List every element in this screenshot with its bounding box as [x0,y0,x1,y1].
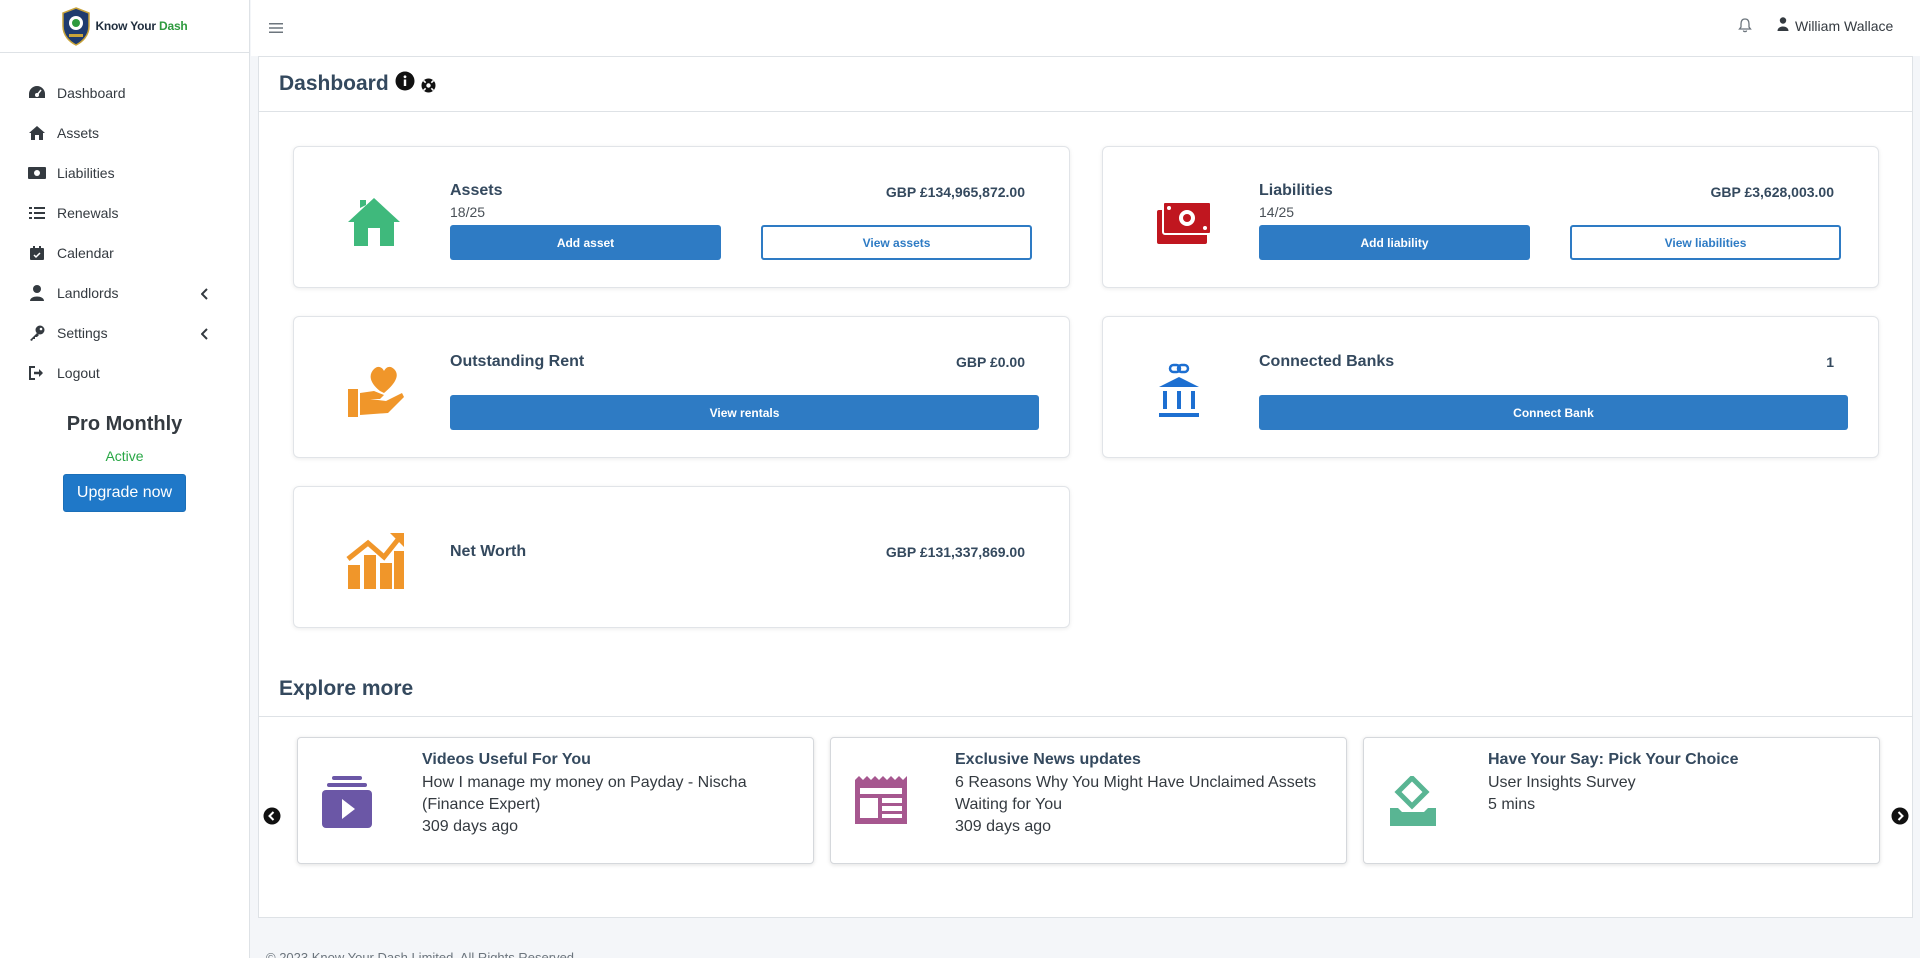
page-title: Dashboard [279,72,389,95]
assets-count: 18/25 [450,204,486,220]
explore-card-title: Have Your Say: Pick Your Choice [1488,751,1739,768]
sidebar-item-settings[interactable]: Settings [0,313,249,353]
bell-icon[interactable] [1738,17,1752,38]
sidebar-item-landlords[interactable]: Landlords [0,273,249,313]
explore-card-time: 309 days ago [422,818,519,835]
sidebar-item-label: Assets [57,125,100,141]
home-icon [27,123,47,143]
outstanding-rent-card: Outstanding Rent GBP £0.00 View rentals [293,316,1070,458]
sidebar-item-label: Renewals [57,205,119,221]
dashboard-icon [27,83,47,103]
explore-card-videos[interactable]: Videos Useful For You How I manage my mo… [297,737,814,864]
explore-card-survey[interactable]: Have Your Say: Pick Your Choice User Ins… [1363,737,1880,864]
hand-heart-icon [346,361,406,424]
connected-banks-value: 1 [1826,354,1834,370]
explore-more-title: Explore more [279,677,414,700]
topbar: William Wallace [251,0,1920,56]
sidebar-item-calendar[interactable]: Calendar [0,233,249,273]
add-liability-button[interactable]: Add liability [1259,225,1530,260]
explore-card-news[interactable]: Exclusive News updates 6 Reasons Why You… [830,737,1347,864]
net-worth-value: GBP £131,337,869.00 [885,544,1025,560]
connected-banks-title: Connected Banks [1259,353,1395,370]
brand-name: Know Your Dash [95,19,188,33]
explore-card-line: How I manage my money on Payday - Nischa [422,774,747,791]
chevron-left-icon [200,327,209,343]
carousel-prev-icon[interactable] [263,807,281,830]
settings-gear-icon[interactable] [421,78,436,98]
user-tie-icon [27,283,47,303]
user-icon [1777,17,1789,34]
liabilities-count: 14/25 [1259,204,1295,220]
sidebar-item-liabilities[interactable]: Liabilities [0,153,249,193]
upgrade-button[interactable]: Upgrade now [62,474,187,512]
brand[interactable]: Know Your Dash [0,0,249,53]
key-icon [27,323,47,343]
footer-copyright: © 2023 Know Your Dash Limited. All Right… [266,950,578,958]
sidebar-item-label: Calendar [57,245,114,261]
net-worth-title: Net Worth [450,543,527,560]
assets-value: GBP £134,965,872.00 [885,184,1025,200]
chevron-left-icon [200,287,209,303]
net-worth-card: Net Worth GBP £131,337,869.00 [293,486,1070,628]
explore-card-line: (Finance Expert) [422,796,541,813]
view-assets-button[interactable]: View assets [761,225,1032,260]
sidebar-item-label: Liabilities [57,165,115,181]
main-content: Dashboard Assets 18/25 GBP £134,965,872.… [258,56,1913,918]
shield-logo-icon [62,7,91,46]
sidebar-item-label: Landlords [57,285,119,301]
plan-status: Active [105,448,144,464]
explore-card-time: 309 days ago [955,818,1052,835]
money-icon [27,163,47,183]
liabilities-value: GBP £3,628,003.00 [1710,184,1834,200]
sidebar-item-logout[interactable]: Logout [0,353,249,393]
sidebar: Know Your Dash Dashboard Assets Liabilit… [0,0,250,958]
explore-card-line: Waiting for You [955,796,1063,813]
carousel-next-icon[interactable] [1891,807,1909,830]
connected-banks-card: Connected Banks 1 Connect Bank [1102,316,1879,458]
calendar-icon [27,243,47,263]
info-icon[interactable] [395,71,415,96]
plan-title: Pro Monthly [66,413,183,435]
newspaper-icon [855,776,907,829]
subscription-plan: Pro Monthly Active Upgrade now [0,413,249,512]
assets-card: Assets 18/25 GBP £134,965,872.00 Add ass… [293,146,1070,288]
sidebar-item-label: Dashboard [57,85,126,101]
chart-growth-icon [346,531,406,596]
vote-box-icon [1388,774,1438,833]
user-menu[interactable]: William Wallace [1777,17,1893,34]
explore-card-line: User Insights Survey [1488,774,1636,791]
house-icon [346,194,402,253]
explore-card-line: 6 Reasons Why You Might Have Unclaimed A… [955,774,1317,791]
liabilities-title: Liabilities [1259,182,1333,199]
sidebar-item-label: Logout [57,365,100,381]
logout-icon [27,363,47,383]
view-rentals-button[interactable]: View rentals [450,395,1039,430]
list-icon [27,203,47,223]
hamburger-menu-icon[interactable] [269,21,283,39]
sidebar-nav: Dashboard Assets Liabilities Renewals Ca… [0,53,249,393]
add-asset-button[interactable]: Add asset [450,225,721,260]
explore-card-line: 5 mins [1488,796,1536,813]
outstanding-rent-title: Outstanding Rent [450,353,585,370]
sidebar-item-label: Settings [57,325,108,341]
bank-link-icon [1155,363,1203,424]
connect-bank-button[interactable]: Connect Bank [1259,395,1848,430]
outstanding-rent-value: GBP £0.00 [955,354,1025,370]
video-play-icon [322,776,372,833]
sidebar-item-dashboard[interactable]: Dashboard [0,73,249,113]
money-bill-icon [1155,200,1213,251]
user-name: William Wallace [1795,17,1894,34]
explore-card-title: Exclusive News updates [955,751,1141,768]
sidebar-item-renewals[interactable]: Renewals [0,193,249,233]
explore-card-title: Videos Useful For You [422,751,591,768]
page-header: Dashboard [259,57,1912,112]
divider [259,716,1912,717]
assets-title: Assets [450,182,503,199]
view-liabilities-button[interactable]: View liabilities [1570,225,1841,260]
liabilities-card: Liabilities 14/25 GBP £3,628,003.00 Add … [1102,146,1879,288]
sidebar-item-assets[interactable]: Assets [0,113,249,153]
